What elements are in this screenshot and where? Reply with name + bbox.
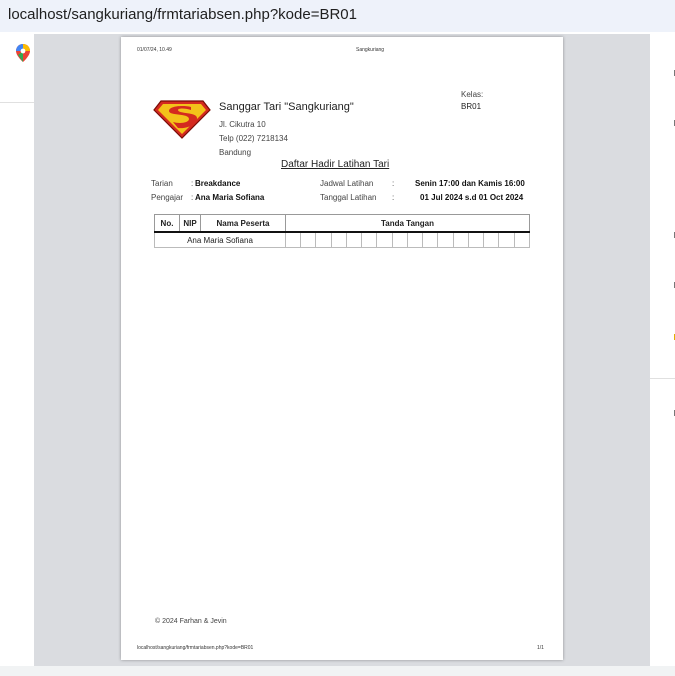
signature-cell [422,231,439,248]
page-number: 1/1 [537,645,544,651]
org-name: Sanggar Tari "Sangkuriang" [219,101,354,113]
tarian-value: Breakdance [195,179,241,188]
tarian-label: Tarian [151,179,173,188]
kelas-value: BR01 [461,102,482,111]
colon: : [392,193,395,202]
print-page: 01/07/24, 10.49 Sangkuriang Sanggar Tari… [121,37,563,660]
table-header-row: No. NIP Nama Peserta Tanda Tangan [154,214,530,233]
signature-cell [345,231,363,248]
print-footer-url: localhost/sangkuriang/frmtariabsen.php?k… [137,645,254,651]
left-sidebar [0,32,34,676]
col-nip: NIP [179,214,201,233]
org-phone: Telp (022) 7218134 [219,134,288,143]
right-panel [650,34,675,666]
address-bar[interactable]: localhost/sangkuriang/frmtariabsen.php?k… [0,0,675,32]
signature-cell [284,231,302,248]
kelas-label: Kelas: [461,90,484,99]
signature-cell [452,231,469,248]
pengajar-label: Pengajar [151,193,184,202]
signature-cell [498,231,515,248]
url-text: localhost/sangkuriang/frmtariabsen.php?k… [8,6,357,23]
jadwal-value: Senin 17:00 dan Kamis 16:00 [415,179,525,188]
signature-cell [391,231,408,248]
superman-logo [153,100,211,139]
pengajar-value: Ana Maria Sofiana [195,193,265,202]
bottom-strip [0,666,675,676]
sidebar-divider [0,102,34,103]
google-maps-icon[interactable] [16,44,30,62]
colon: : [392,179,395,188]
attendance-table: No. NIP Nama Peserta Tanda Tangan Ana Ma… [154,214,531,248]
signature-cell [315,231,332,248]
copyright: © 2024 Farhan & Jevin [155,618,227,625]
jadwal-label: Jadwal Latihan [320,179,374,188]
signature-cell [483,231,500,248]
col-nama: Nama Peserta [200,214,286,233]
signature-cell [406,231,424,248]
signature-cell [361,231,378,248]
signature-cell [300,231,317,248]
participant-name: Ana Maria Sofiana [154,231,286,248]
table-row: Ana Maria Sofiana [154,231,531,248]
org-city: Bandung [219,148,252,157]
panel-divider [650,378,675,379]
print-datetime: 01/07/24, 10.49 [137,47,172,53]
colon: : [191,193,194,202]
col-tanda-tangan: Tanda Tangan [285,214,530,233]
tanggal-value: 01 Jul 2024 s.d 01 Oct 2024 [420,193,524,202]
signature-cell [330,231,347,248]
document-title: Daftar Hadir Latihan Tari [281,159,390,170]
colon: : [191,179,194,188]
col-no: No. [154,214,180,233]
signature-cell [437,231,454,248]
print-title: Sangkuriang [356,47,385,53]
tanggal-label: Tanggal Latihan [320,193,377,202]
signature-cell [376,231,393,248]
org-street: Jl. Cikutra 10 [219,120,266,129]
signature-cell [467,231,485,248]
signature-cell [513,231,531,248]
